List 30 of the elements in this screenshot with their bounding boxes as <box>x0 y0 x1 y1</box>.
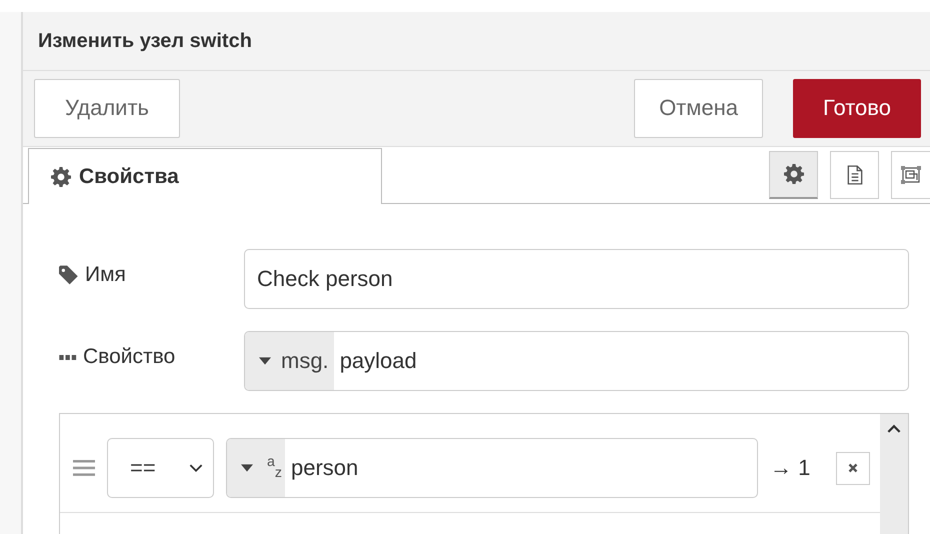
delete-rule-button[interactable] <box>836 452 870 485</box>
scrollbar[interactable] <box>880 414 908 534</box>
type-label: msg. <box>281 348 329 374</box>
chevron-icon <box>189 464 203 473</box>
delete-button[interactable]: Удалить <box>34 78 180 138</box>
drag-handle-icon[interactable] <box>73 460 95 476</box>
document-icon <box>844 164 864 185</box>
gear-icon <box>51 166 71 187</box>
field-value: payload <box>338 348 417 374</box>
cancel-button[interactable]: Отмена <box>634 78 763 138</box>
field-label: Имя <box>85 263 126 288</box>
sidebar-button[interactable] <box>769 150 818 199</box>
gear-icon <box>784 164 804 184</box>
field-label: Свойство <box>83 345 176 370</box>
sidebar-button[interactable] <box>830 150 879 199</box>
tab[interactable]: Свойства <box>28 148 382 204</box>
dialog-title: Изменить узел switch <box>38 30 252 53</box>
input-field[interactable]: msg. payload <box>244 331 909 392</box>
caret-icon <box>259 357 271 366</box>
sidebar-button[interactable] <box>891 150 930 199</box>
frame-icon <box>901 164 921 185</box>
done-button[interactable]: Готово <box>793 78 921 138</box>
input-field[interactable]: Check person <box>244 249 909 310</box>
caret-icon <box>241 464 253 472</box>
field-value: person <box>290 455 358 482</box>
dots-icon <box>59 354 77 360</box>
operator-dropdown[interactable]: == <box>107 438 214 498</box>
output-label: → 1 <box>770 455 812 482</box>
tag-icon <box>59 265 79 286</box>
close-icon <box>848 463 858 474</box>
